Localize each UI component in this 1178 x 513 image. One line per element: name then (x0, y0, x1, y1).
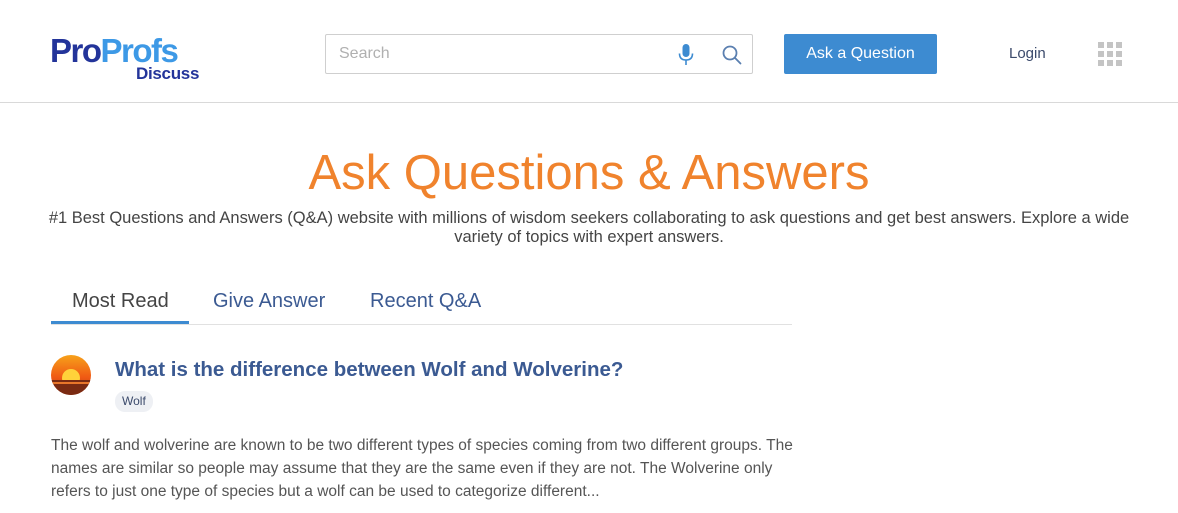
login-link[interactable]: Login (1009, 45, 1046, 62)
avatar[interactable] (51, 355, 91, 395)
topic-tag[interactable]: Wolf (115, 391, 153, 412)
search-icon[interactable] (721, 44, 743, 66)
microphone-icon[interactable] (677, 43, 695, 67)
tab-recent-qa[interactable]: Recent Q&A (370, 289, 481, 313)
question-tabs: Most Read Give Answer Recent Q&A (51, 280, 792, 325)
logo-wordmark: ProProfs (50, 32, 179, 69)
ask-question-button[interactable]: Ask a Question (784, 34, 937, 74)
search-input[interactable] (326, 35, 679, 73)
logo-discuss-text: Discuss (136, 64, 200, 83)
site-header: ProProfs Discuss Ask a Question Login (0, 0, 1178, 103)
search-box (325, 34, 753, 74)
tab-most-read[interactable]: Most Read (72, 289, 169, 313)
apps-grid-icon[interactable] (1098, 42, 1122, 66)
page-title: Ask Questions & Answers (308, 146, 870, 200)
logo-pro-text: Pro (50, 32, 102, 69)
active-tab-indicator (51, 321, 189, 324)
tab-give-answer[interactable]: Give Answer (213, 289, 325, 313)
proprofs-discuss-logo[interactable]: ProProfs Discuss (50, 34, 210, 84)
answer-excerpt: The wolf and wolverine are known to be t… (51, 437, 793, 500)
question-title[interactable]: What is the difference between Wolf and … (115, 357, 623, 383)
page-subtitle: #1 Best Questions and Answers (Q&A) webs… (48, 209, 1130, 246)
